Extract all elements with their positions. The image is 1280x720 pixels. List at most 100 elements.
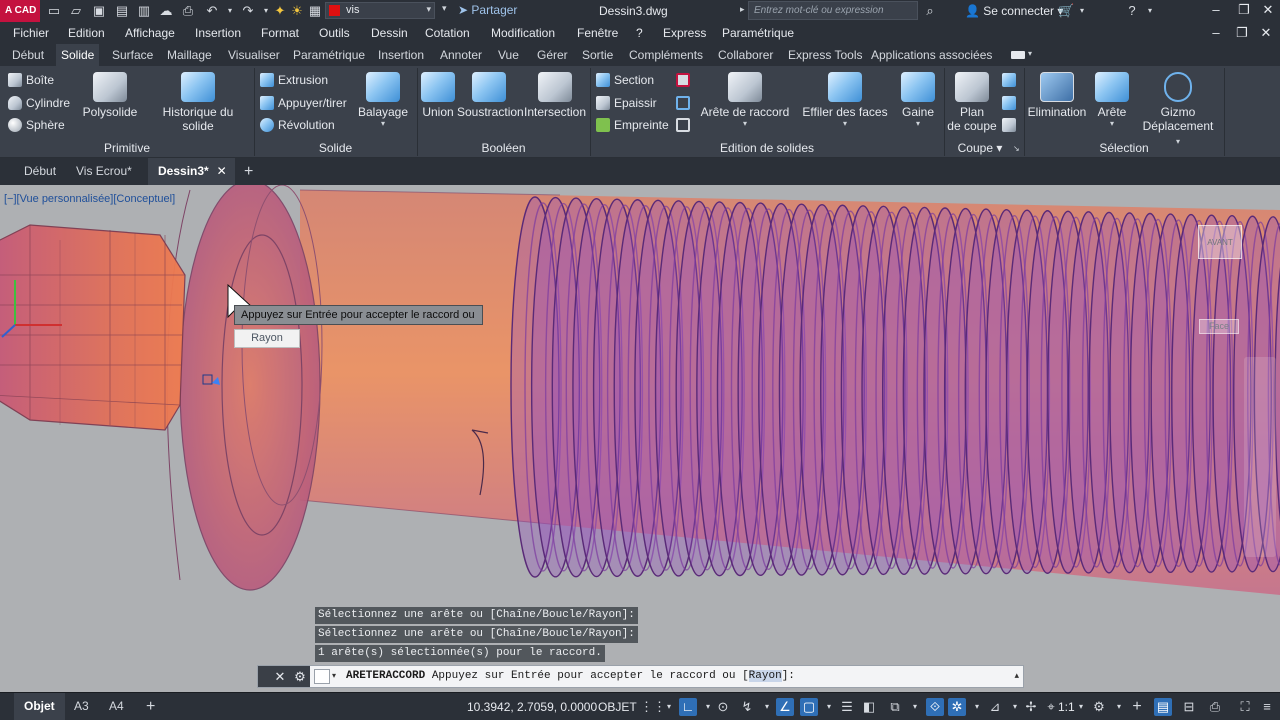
ribbon-tab-surface[interactable]: Surface xyxy=(107,44,158,66)
cmd-customize-icon[interactable]: ⚙ xyxy=(290,666,310,687)
customization-menu-icon[interactable]: ≡ xyxy=(1258,698,1276,716)
new-tab-icon[interactable]: + xyxy=(234,158,263,185)
menu-format[interactable]: Format xyxy=(261,26,299,40)
layer-freeze-icon[interactable]: ▦ xyxy=(307,3,323,19)
panel-title-coupe[interactable]: Coupe ▾ xyxy=(944,141,1016,155)
units-icon[interactable]: ▤ xyxy=(1154,698,1172,716)
save-icon[interactable]: ▣ xyxy=(91,3,107,19)
object-snap-tracking-icon[interactable]: ∠ xyxy=(776,698,794,716)
signin-button[interactable]: 👤 Se connecter ▾ xyxy=(965,4,1063,18)
cmd-history-toggle-icon[interactable]: ▴ xyxy=(1014,670,1019,681)
quick-properties-icon[interactable]: ⊟ xyxy=(1180,698,1198,716)
share-button[interactable]: ➤ Partager xyxy=(458,3,517,17)
cylinder-button[interactable]: Cylindre xyxy=(8,94,70,112)
tab-close-icon[interactable]: ✕ xyxy=(217,158,227,185)
file-tab-debut[interactable]: Début xyxy=(14,158,66,185)
shell-button[interactable]: Gaine ▾ xyxy=(898,72,938,128)
ribbon-options-icon[interactable]: ▾ xyxy=(1028,49,1032,58)
lineweight-icon[interactable]: ☰ xyxy=(838,698,856,716)
clean-screen-icon[interactable]: ⛶ xyxy=(1236,698,1254,716)
add-jog-icon[interactable] xyxy=(1002,94,1020,112)
ribbon-tab-collaborer[interactable]: Collaborer xyxy=(713,44,778,66)
transparency-icon[interactable]: ◧ xyxy=(860,698,878,716)
ucs-icon[interactable]: ✢ xyxy=(1022,698,1040,716)
polysolid-button[interactable]: Polysolide xyxy=(82,72,138,119)
taper-faces-button[interactable]: Effiler des faces ▾ xyxy=(801,72,889,128)
workspace-gear-icon[interactable]: ⚙ xyxy=(1090,698,1108,716)
menu-parametrique[interactable]: Paramétrique xyxy=(722,26,794,40)
file-tab-vis-ecrou[interactable]: Vis Ecrou* xyxy=(66,158,142,185)
revolve-button[interactable]: Révolution xyxy=(260,116,335,134)
viewcube[interactable]: AVANT xyxy=(1198,225,1242,259)
isodraft-icon[interactable]: ↯ xyxy=(738,698,756,716)
ribbon-tab-gerer[interactable]: Gérer xyxy=(532,44,573,66)
generate-section-icon[interactable] xyxy=(1002,116,1020,134)
ribbon-tab-express-tools[interactable]: Express Tools xyxy=(783,44,867,66)
object-snap-icon[interactable]: ▢ xyxy=(800,698,818,716)
fillet-edge-button[interactable]: Arête de raccord ▾ xyxy=(700,72,790,128)
selection-cycling-dropdown-icon[interactable]: ▾ xyxy=(906,698,924,716)
sun-icon[interactable]: ☀ xyxy=(289,3,305,19)
app-logo[interactable]: A CAD xyxy=(0,0,40,22)
help-dropdown-icon[interactable]: ▾ xyxy=(1142,3,1158,19)
box-button[interactable]: Boîte xyxy=(8,71,54,89)
command-option-rayon[interactable]: Rayon xyxy=(748,670,782,682)
subtract-button[interactable]: Soustraction xyxy=(457,72,524,119)
model-space-toggle[interactable]: OBJET xyxy=(598,700,637,714)
minimize-icon[interactable]: – xyxy=(1206,2,1226,18)
menu-dessin[interactable]: Dessin xyxy=(371,26,408,40)
search-icon[interactable]: ⌕ xyxy=(922,3,938,19)
open-folder-icon[interactable]: ▱ xyxy=(68,3,84,19)
ribbon-tab-visualiser[interactable]: Visualiser xyxy=(223,44,285,66)
save-as-icon[interactable]: ▤ xyxy=(114,3,130,19)
ribbon-minimize-icon[interactable] xyxy=(1011,51,1025,59)
help-icon[interactable]: ? xyxy=(1124,3,1140,19)
undo-icon[interactable]: ↶ xyxy=(204,3,220,19)
ribbon-tab-insertion[interactable]: Insertion xyxy=(373,44,429,66)
menu-insertion[interactable]: Insertion xyxy=(195,26,241,40)
imprint-button[interactable]: Empreinte xyxy=(596,116,669,134)
grid-dropdown-icon[interactable]: ▾ xyxy=(660,698,678,716)
close-icon[interactable]: ✕ xyxy=(1258,2,1278,18)
doc-close-icon[interactable]: ✕ xyxy=(1256,25,1276,41)
search-input[interactable]: Entrez mot-clé ou expression xyxy=(748,1,918,20)
menu-outils[interactable]: Outils xyxy=(319,26,350,40)
intersect-button[interactable]: Intersection xyxy=(524,72,586,119)
cmd-close-icon[interactable]: ✕ xyxy=(270,666,290,687)
layout-tab-objet[interactable]: Objet xyxy=(14,693,65,720)
menu-fenetre[interactable]: Fenêtre xyxy=(577,26,618,40)
live-section-icon[interactable] xyxy=(1002,71,1020,89)
ribbon-tab-sortie[interactable]: Sortie xyxy=(577,44,618,66)
annotation-visibility-icon[interactable]: ✲ xyxy=(948,698,966,716)
menu-fichier[interactable]: Fichier xyxy=(13,26,49,40)
menu-modification[interactable]: Modification xyxy=(491,26,555,40)
ribbon-tab-annoter[interactable]: Annoter xyxy=(435,44,487,66)
add-layout-icon[interactable]: + xyxy=(138,693,163,720)
layout-tab-a3[interactable]: A3 xyxy=(66,693,97,720)
isodraft-dropdown-icon[interactable]: ▾ xyxy=(758,698,776,716)
cmd-recent-dropdown-icon[interactable]: ▾ xyxy=(332,671,336,680)
drawing-viewport[interactable]: [−][Vue personnalisée][Conceptuel] Appuy… xyxy=(0,185,1280,692)
extrude-button[interactable]: Extrusion xyxy=(260,71,328,89)
cart-icon[interactable]: 🛒 xyxy=(1058,3,1074,19)
culling-button[interactable]: Elimination xyxy=(1027,72,1087,119)
undo-dropdown-icon[interactable]: ▾ xyxy=(222,3,238,19)
filter-icon[interactable]: ⊿ xyxy=(986,698,1004,716)
hardware-acceleration-icon[interactable]: ⎙ xyxy=(1206,698,1224,716)
rayon-option[interactable]: Rayon xyxy=(234,329,300,348)
ribbon-tab-solide[interactable]: Solide xyxy=(56,44,100,66)
union-button[interactable]: Union xyxy=(420,72,456,119)
edge-filter-button[interactable]: Arête ▾ xyxy=(1093,72,1131,128)
menu-express[interactable]: Express xyxy=(663,26,706,40)
menu-help[interactable]: ? xyxy=(636,26,643,40)
sweep-button[interactable]: Balayage ▾ xyxy=(356,72,410,128)
file-tab-dessin3[interactable]: Dessin3* ✕ xyxy=(148,158,235,185)
ortho-icon[interactable]: ∟ xyxy=(679,698,697,716)
search-expand-icon[interactable]: ▸ xyxy=(740,4,745,15)
menu-edition[interactable]: Edition xyxy=(68,26,105,40)
workspace-dropdown-icon[interactable]: ▾ xyxy=(1110,698,1128,716)
doc-minimize-icon[interactable]: – xyxy=(1206,25,1226,41)
redo-icon[interactable]: ↷ xyxy=(240,3,256,19)
menu-cotation[interactable]: Cotation xyxy=(425,26,470,40)
layer-selector[interactable]: vis ▾ xyxy=(325,2,435,19)
